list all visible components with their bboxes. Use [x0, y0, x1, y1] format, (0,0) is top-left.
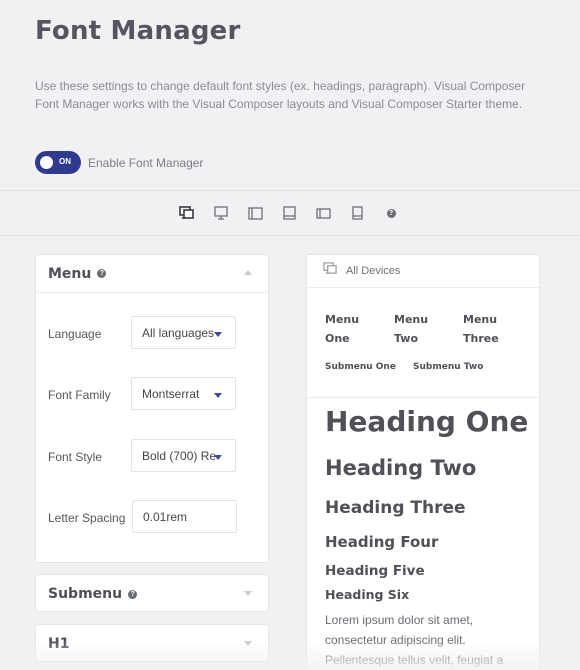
expand-chevron-down-icon[interactable] [244, 591, 252, 596]
all-devices-icon[interactable] [178, 204, 196, 222]
submenu-panel-header[interactable]: Submenu ? [36, 575, 268, 613]
submenu-panel-title: Submenu [48, 586, 123, 602]
preview-paragraph: Lorem ipsum dolor sit amet, consectetur … [325, 613, 504, 667]
language-label: Language [48, 327, 102, 341]
font-family-select-value: Montserrat [142, 387, 200, 401]
tablet-landscape-icon[interactable] [246, 204, 264, 222]
tablet-portrait-icon[interactable] [280, 204, 298, 222]
toggle-label: Enable Font Manager [88, 155, 204, 170]
h1-panel-header[interactable]: H1 [36, 625, 268, 663]
preview-heading-three: Heading Three [325, 498, 466, 518]
preview-heading-four: Heading Four [325, 533, 439, 551]
preview-submenu-item[interactable]: Submenu One [325, 362, 396, 372]
menu-settings-panel: Menu ? Language All languages Font Famil… [35, 254, 269, 563]
chevron-down-icon [214, 393, 222, 398]
page-description: Use these settings to change default fon… [35, 79, 526, 111]
h1-settings-panel: H1 [35, 624, 269, 662]
divider-top [0, 190, 580, 191]
font-preview-panel: All Devices Menu One Menu Two Menu Three… [306, 254, 540, 670]
font-family-select[interactable]: Montserrat [131, 377, 236, 410]
preview-menu-item[interactable]: Menu Three [463, 310, 518, 348]
menu-help-icon[interactable]: ? [97, 269, 107, 278]
submenu-settings-panel: Submenu ? [35, 574, 269, 612]
mobile-landscape-icon[interactable] [314, 204, 332, 222]
divider-bottom [0, 235, 580, 236]
preview-menu-item[interactable]: Menu One [325, 310, 380, 348]
font-family-label: Font Family [48, 388, 111, 402]
preview-heading-five: Heading Five [325, 563, 425, 579]
device-switcher: ? [178, 204, 416, 222]
preview-heading-six: Heading Six [325, 587, 410, 602]
collapse-chevron-up-icon[interactable] [244, 270, 252, 275]
expand-chevron-down-icon[interactable] [244, 641, 252, 646]
toggle-knob [40, 156, 53, 169]
help-icon[interactable]: ? [382, 204, 400, 222]
preview-menu-item[interactable]: Menu Two [394, 310, 449, 348]
menu-panel-header[interactable]: Menu ? [36, 255, 268, 293]
preview-heading-two: Heading Two [325, 456, 477, 480]
font-style-select-value: Bold (700) Regular [142, 449, 216, 463]
preview-device-label: All Devices [346, 265, 401, 277]
mobile-portrait-icon[interactable] [348, 204, 366, 222]
preview-heading-one: Heading One [325, 405, 529, 438]
language-select-value: All languages [142, 326, 215, 340]
chevron-down-icon [214, 332, 222, 337]
toggle-state-label: ON [59, 157, 71, 166]
letter-spacing-label: Letter Spacing [48, 511, 126, 525]
h1-panel-title: H1 [48, 636, 70, 652]
chevron-down-icon [214, 455, 222, 460]
desktop-icon[interactable] [212, 204, 230, 222]
font-manager-toggle-row: ON Enable Font Manager [35, 151, 203, 174]
preview-header: All Devices [307, 255, 539, 288]
language-select[interactable]: All languages [131, 316, 236, 349]
page-title: Font Manager [35, 16, 241, 46]
font-style-label: Font Style [48, 450, 103, 464]
submenu-help-icon[interactable]: ? [128, 589, 138, 599]
letter-spacing-input[interactable]: 0.01rem [132, 500, 237, 533]
preview-submenu-item[interactable]: Submenu Two [413, 362, 483, 372]
menu-panel-title: Menu [48, 265, 92, 282]
font-style-select[interactable]: Bold (700) Regular [131, 439, 236, 472]
all-devices-icon [323, 262, 338, 280]
preview-divider [307, 397, 539, 398]
enable-font-manager-toggle[interactable]: ON [35, 151, 81, 174]
